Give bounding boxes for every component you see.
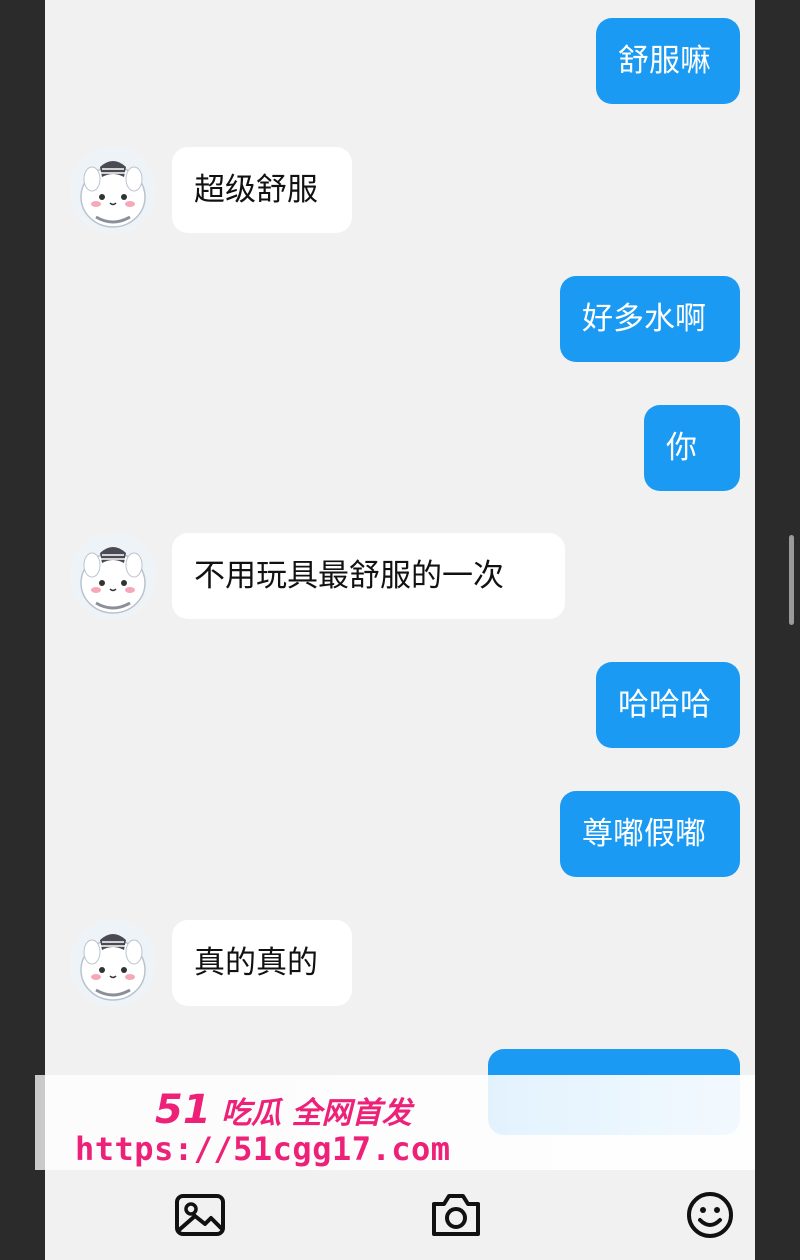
incoming-message[interactable]: 真的真的 bbox=[172, 920, 352, 1006]
contact-avatar[interactable] bbox=[70, 920, 156, 1006]
outgoing-message[interactable]: 你 bbox=[644, 405, 740, 491]
chat-screen: 舒服嘛 超级舒服 好多水啊 你 不用玩具最舒服的一次 哈哈哈 尊嘟假嘟 真的真的 bbox=[45, 0, 755, 1260]
watermark-brand-text: 吃瓜 全网首发 bbox=[221, 1096, 412, 1131]
watermark-brand-number: 51 bbox=[155, 1087, 211, 1133]
outgoing-message[interactable]: 哈哈哈 bbox=[596, 662, 740, 748]
bunny-avatar-image bbox=[70, 920, 156, 1006]
bunny-avatar-image bbox=[70, 533, 156, 619]
incoming-message[interactable]: 不用玩具最舒服的一次 bbox=[172, 533, 565, 619]
incoming-message[interactable]: 超级舒服 bbox=[172, 147, 352, 233]
emoji-icon[interactable] bbox=[683, 1190, 739, 1240]
camera-icon[interactable] bbox=[428, 1190, 484, 1240]
bunny-avatar-image bbox=[70, 147, 156, 233]
input-toolbar bbox=[45, 1170, 755, 1260]
watermark-url: https://51cgg17.com bbox=[75, 1130, 451, 1168]
contact-avatar[interactable] bbox=[70, 147, 156, 233]
outgoing-message[interactable]: 尊嘟假嘟 bbox=[560, 791, 740, 877]
scrollbar[interactable] bbox=[789, 535, 794, 625]
outgoing-message[interactable]: 好多水啊 bbox=[560, 276, 740, 362]
watermark-banner: 51 吃瓜 全网首发 https://51cgg17.com bbox=[35, 1075, 755, 1170]
image-icon[interactable] bbox=[173, 1190, 229, 1240]
contact-avatar[interactable] bbox=[70, 533, 156, 619]
outgoing-message[interactable]: 舒服嘛 bbox=[596, 18, 740, 104]
watermark-brand: 51 吃瓜 全网首发 bbox=[155, 1087, 412, 1133]
